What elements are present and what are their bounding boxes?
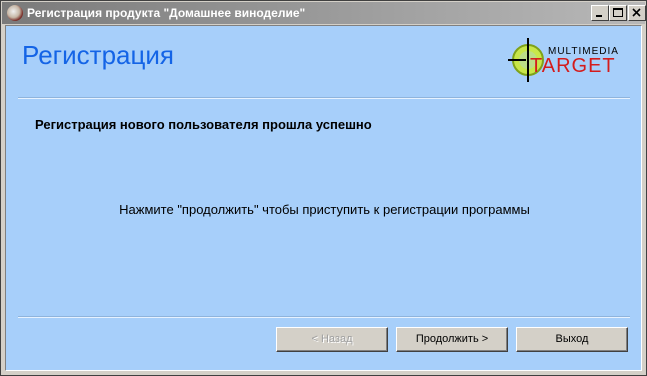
minimize-button[interactable] [591,5,609,21]
exit-button[interactable]: Выход [516,327,628,352]
title-bar[interactable]: Регистрация продукта "Домашнее виноделие… [2,2,646,24]
close-button[interactable] [628,5,646,21]
maximize-icon [613,8,623,17]
header-divider [18,97,630,99]
crosshair-target-logo-icon: MULTIMEDIA TARGET [508,38,618,82]
window-title: Регистрация продукта "Домашнее виноделие… [27,6,306,20]
app-icon[interactable] [7,5,23,21]
company-logo: MULTIMEDIA TARGET [506,34,634,86]
continue-button[interactable]: Продолжить > [396,327,508,352]
page-title: Регистрация [22,40,174,70]
back-button[interactable]: < Назад [276,327,388,352]
footer-divider [18,316,630,318]
close-icon [632,8,641,17]
wizard-panel: Регистрация MULTIMEDIA TARGET Регистраци… [5,25,642,371]
instruction-text: Нажмите "продолжить" чтобы приступить к … [119,202,530,217]
logo-text-main: TARGET [530,55,616,77]
maximize-button[interactable] [609,5,627,21]
minimize-icon [596,15,602,17]
registration-window: Регистрация продукта "Домашнее виноделие… [0,0,647,376]
status-message: Регистрация нового пользователя прошла у… [35,117,372,132]
